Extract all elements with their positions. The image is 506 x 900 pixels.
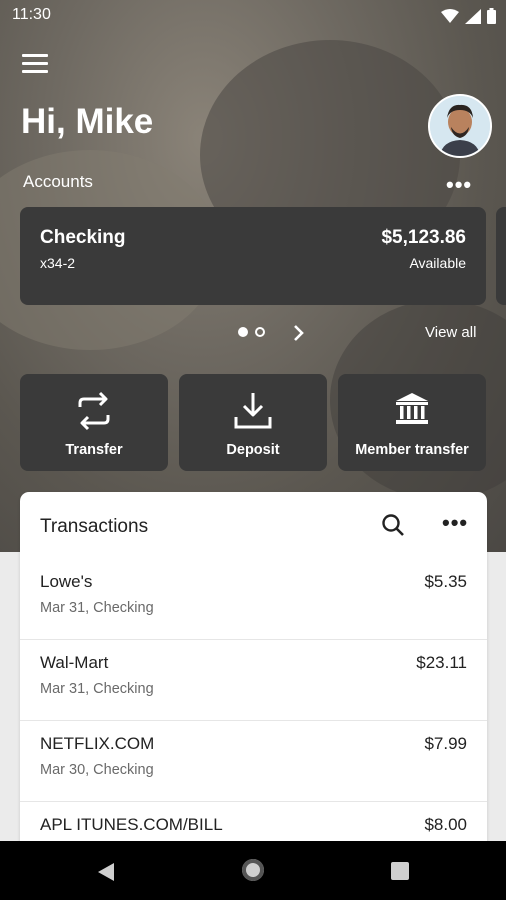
signal-icon [465, 8, 481, 24]
transaction-meta: Mar 31, Checking [40, 681, 154, 697]
avatar[interactable] [428, 94, 492, 158]
recent-apps-icon[interactable] [391, 862, 409, 880]
wifi-icon [441, 9, 459, 23]
transactions-panel: Transactions ••• Lowe's Mar 31, Checking… [20, 492, 487, 852]
more-icon[interactable]: ••• [442, 510, 468, 536]
menu-icon[interactable] [22, 54, 48, 74]
transaction-row[interactable]: NETFLIX.COM Mar 30, Checking $7.99 [20, 720, 487, 802]
transfer-label: Transfer [65, 442, 123, 458]
carousel-indicator [238, 327, 265, 337]
transaction-amount: $7.99 [424, 734, 467, 753]
transaction-merchant: APL ITUNES.COM/BILL [40, 815, 223, 834]
transaction-merchant: NETFLIX.COM [40, 734, 155, 753]
back-icon[interactable] [97, 862, 115, 882]
accounts-label: Accounts [23, 172, 93, 191]
member-transfer-button[interactable]: Member transfer [338, 374, 486, 471]
account-balance: $5,123.86 [381, 227, 466, 248]
transaction-meta: Mar 31, Checking [40, 600, 154, 616]
account-card-checking[interactable]: Checking x34-2 $5,123.86 Available [20, 207, 486, 305]
transfer-icon [78, 391, 110, 431]
status-time: 11:30 [12, 6, 51, 23]
status-icons [441, 8, 496, 24]
transaction-amount: $5.35 [424, 572, 467, 591]
deposit-icon [234, 393, 272, 429]
chevron-right-icon[interactable] [292, 323, 306, 343]
transactions-title: Transactions [40, 516, 149, 537]
more-icon[interactable]: ••• [446, 172, 472, 198]
carousel-dot-active[interactable] [238, 327, 248, 337]
transaction-merchant: Lowe's [40, 572, 93, 591]
battery-icon [487, 8, 496, 24]
transaction-amount: $8.00 [424, 815, 467, 834]
transaction-row[interactable]: Lowe's Mar 31, Checking $5.35 [20, 558, 487, 640]
carousel-dot[interactable] [255, 327, 265, 337]
transaction-row[interactable]: Wal-Mart Mar 31, Checking $23.11 [20, 639, 487, 721]
status-bar: 11:30 [0, 0, 506, 32]
system-navigation-bar [0, 841, 506, 900]
search-icon[interactable] [381, 513, 405, 537]
transaction-meta: Mar 30, Checking [40, 762, 154, 778]
profile-photo [430, 96, 490, 156]
account-number: x34-2 [40, 255, 76, 271]
transfer-button[interactable]: Transfer [20, 374, 168, 471]
account-name: Checking [40, 227, 126, 248]
member-transfer-label: Member transfer [355, 442, 469, 458]
balance-label: Available [409, 255, 466, 271]
bank-icon [396, 393, 428, 424]
deposit-button[interactable]: Deposit [179, 374, 327, 471]
next-account-card-peek[interactable] [496, 207, 506, 305]
transaction-amount: $23.11 [416, 653, 467, 672]
view-all-link[interactable]: View all [425, 324, 476, 341]
transactions-header: Transactions ••• [20, 492, 487, 558]
greeting-title: Hi, Mike [21, 102, 154, 141]
transaction-merchant: Wal-Mart [40, 653, 109, 672]
home-icon[interactable] [242, 859, 264, 881]
deposit-label: Deposit [226, 442, 280, 458]
